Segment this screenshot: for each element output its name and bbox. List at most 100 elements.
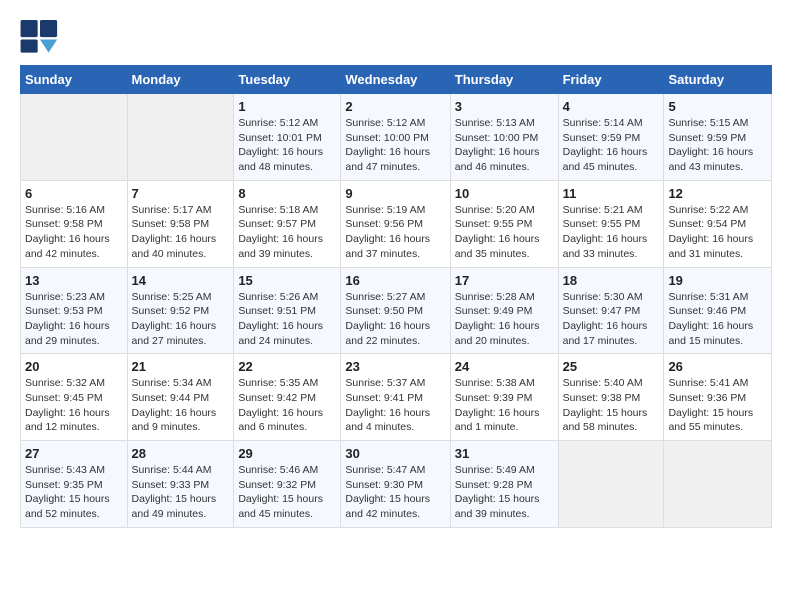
cell-content: Sunrise: 5:12 AM Sunset: 10:01 PM Daylig… xyxy=(238,116,336,175)
calendar-cell: 7 Sunrise: 5:17 AM Sunset: 9:58 PM Daylig… xyxy=(127,180,234,267)
cell-content: Sunrise: 5:15 AM Sunset: 9:59 PM Dayligh… xyxy=(668,116,767,175)
day-number: 26 xyxy=(668,359,767,374)
calendar-cell: 31 Sunrise: 5:49 AM Sunset: 9:28 PM Dayli… xyxy=(450,441,558,528)
calendar-cell: 10 Sunrise: 5:20 AM Sunset: 9:55 PM Dayli… xyxy=(450,180,558,267)
cell-content: Sunrise: 5:31 AM Sunset: 9:46 PM Dayligh… xyxy=(668,290,767,349)
day-number: 24 xyxy=(455,359,554,374)
day-number: 12 xyxy=(668,186,767,201)
cell-content: Sunrise: 5:28 AM Sunset: 9:49 PM Dayligh… xyxy=(455,290,554,349)
calendar-cell: 3 Sunrise: 5:13 AM Sunset: 10:00 PM Dayli… xyxy=(450,94,558,181)
calendar-cell xyxy=(127,94,234,181)
day-number: 3 xyxy=(455,99,554,114)
calendar-cell xyxy=(21,94,128,181)
day-number: 14 xyxy=(132,273,230,288)
day-number: 17 xyxy=(455,273,554,288)
day-number: 20 xyxy=(25,359,123,374)
day-number: 4 xyxy=(563,99,660,114)
day-number: 28 xyxy=(132,446,230,461)
calendar-week-4: 20 Sunrise: 5:32 AM Sunset: 9:45 PM Dayli… xyxy=(21,354,772,441)
calendar-cell: 2 Sunrise: 5:12 AM Sunset: 10:00 PM Dayli… xyxy=(341,94,450,181)
day-number: 10 xyxy=(455,186,554,201)
day-number: 8 xyxy=(238,186,336,201)
logo xyxy=(20,20,64,55)
calendar-cell: 29 Sunrise: 5:46 AM Sunset: 9:32 PM Dayli… xyxy=(234,441,341,528)
calendar-cell: 24 Sunrise: 5:38 AM Sunset: 9:39 PM Dayli… xyxy=(450,354,558,441)
day-number: 23 xyxy=(345,359,445,374)
cell-content: Sunrise: 5:32 AM Sunset: 9:45 PM Dayligh… xyxy=(25,376,123,435)
cell-content: Sunrise: 5:19 AM Sunset: 9:56 PM Dayligh… xyxy=(345,203,445,262)
day-header-monday: Monday xyxy=(127,66,234,94)
calendar-cell: 19 Sunrise: 5:31 AM Sunset: 9:46 PM Dayli… xyxy=(664,267,772,354)
cell-content: Sunrise: 5:17 AM Sunset: 9:58 PM Dayligh… xyxy=(132,203,230,262)
calendar-cell: 28Sunrise: 5:44 AM Sunset: 9:33 PM Dayli… xyxy=(127,441,234,528)
cell-content: Sunrise: 5:49 AM Sunset: 9:28 PM Dayligh… xyxy=(455,463,554,522)
day-number: 15 xyxy=(238,273,336,288)
header xyxy=(20,20,772,55)
cell-content: Sunrise: 5:40 AM Sunset: 9:38 PM Dayligh… xyxy=(563,376,660,435)
calendar-cell: 14 Sunrise: 5:25 AM Sunset: 9:52 PM Dayli… xyxy=(127,267,234,354)
day-number: 25 xyxy=(563,359,660,374)
cell-content: Sunrise: 5:47 AM Sunset: 9:30 PM Dayligh… xyxy=(345,463,445,522)
calendar-cell: 1 Sunrise: 5:12 AM Sunset: 10:01 PM Dayli… xyxy=(234,94,341,181)
cell-content: Sunrise: 5:21 AM Sunset: 9:55 PM Dayligh… xyxy=(563,203,660,262)
day-number: 6 xyxy=(25,186,123,201)
day-number: 7 xyxy=(132,186,230,201)
day-number: 1 xyxy=(238,99,336,114)
day-header-saturday: Saturday xyxy=(664,66,772,94)
calendar-cell: 12 Sunrise: 5:22 AM Sunset: 9:54 PM Dayli… xyxy=(664,180,772,267)
calendar-cell: 6Sunrise: 5:16 AM Sunset: 9:58 PM Daylig… xyxy=(21,180,128,267)
day-number: 31 xyxy=(455,446,554,461)
calendar-cell: 17 Sunrise: 5:28 AM Sunset: 9:49 PM Dayli… xyxy=(450,267,558,354)
day-number: 27 xyxy=(25,446,123,461)
day-number: 5 xyxy=(668,99,767,114)
cell-content: Sunrise: 5:20 AM Sunset: 9:55 PM Dayligh… xyxy=(455,203,554,262)
cell-content: Sunrise: 5:30 AM Sunset: 9:47 PM Dayligh… xyxy=(563,290,660,349)
day-number: 29 xyxy=(238,446,336,461)
day-number: 2 xyxy=(345,99,445,114)
cell-content: Sunrise: 5:46 AM Sunset: 9:32 PM Dayligh… xyxy=(238,463,336,522)
calendar-cell: 13Sunrise: 5:23 AM Sunset: 9:53 PM Dayli… xyxy=(21,267,128,354)
day-header-wednesday: Wednesday xyxy=(341,66,450,94)
day-number: 21 xyxy=(132,359,230,374)
calendar-cell: 18 Sunrise: 5:30 AM Sunset: 9:47 PM Dayli… xyxy=(558,267,664,354)
cell-content: Sunrise: 5:23 AM Sunset: 9:53 PM Dayligh… xyxy=(25,290,123,349)
cell-content: Sunrise: 5:35 AM Sunset: 9:42 PM Dayligh… xyxy=(238,376,336,435)
day-header-sunday: Sunday xyxy=(21,66,128,94)
day-number: 30 xyxy=(345,446,445,461)
day-number: 22 xyxy=(238,359,336,374)
logo-icon xyxy=(20,20,60,55)
day-number: 19 xyxy=(668,273,767,288)
calendar-cell: 8 Sunrise: 5:18 AM Sunset: 9:57 PM Daylig… xyxy=(234,180,341,267)
cell-content: Sunrise: 5:38 AM Sunset: 9:39 PM Dayligh… xyxy=(455,376,554,435)
day-header-thursday: Thursday xyxy=(450,66,558,94)
day-number: 9 xyxy=(345,186,445,201)
cell-content: Sunrise: 5:37 AM Sunset: 9:41 PM Dayligh… xyxy=(345,376,445,435)
calendar-week-3: 13Sunrise: 5:23 AM Sunset: 9:53 PM Dayli… xyxy=(21,267,772,354)
calendar-cell: 15Sunrise: 5:26 AM Sunset: 9:51 PM Dayli… xyxy=(234,267,341,354)
calendar-cell: 5 Sunrise: 5:15 AM Sunset: 9:59 PM Daylig… xyxy=(664,94,772,181)
calendar-cell: 23 Sunrise: 5:37 AM Sunset: 9:41 PM Dayli… xyxy=(341,354,450,441)
day-header-friday: Friday xyxy=(558,66,664,94)
cell-content: Sunrise: 5:25 AM Sunset: 9:52 PM Dayligh… xyxy=(132,290,230,349)
calendar-cell: 9 Sunrise: 5:19 AM Sunset: 9:56 PM Daylig… xyxy=(341,180,450,267)
cell-content: Sunrise: 5:43 AM Sunset: 9:35 PM Dayligh… xyxy=(25,463,123,522)
cell-content: Sunrise: 5:12 AM Sunset: 10:00 PM Daylig… xyxy=(345,116,445,175)
calendar-header-row: SundayMondayTuesdayWednesdayThursdayFrid… xyxy=(21,66,772,94)
day-number: 11 xyxy=(563,186,660,201)
calendar-cell xyxy=(558,441,664,528)
calendar-cell: 4 Sunrise: 5:14 AM Sunset: 9:59 PM Daylig… xyxy=(558,94,664,181)
cell-content: Sunrise: 5:41 AM Sunset: 9:36 PM Dayligh… xyxy=(668,376,767,435)
cell-content: Sunrise: 5:13 AM Sunset: 10:00 PM Daylig… xyxy=(455,116,554,175)
cell-content: Sunrise: 5:18 AM Sunset: 9:57 PM Dayligh… xyxy=(238,203,336,262)
calendar-cell: 20 Sunrise: 5:32 AM Sunset: 9:45 PM Dayli… xyxy=(21,354,128,441)
cell-content: Sunrise: 5:22 AM Sunset: 9:54 PM Dayligh… xyxy=(668,203,767,262)
calendar-week-5: 27 Sunrise: 5:43 AM Sunset: 9:35 PM Dayli… xyxy=(21,441,772,528)
calendar-cell: 27 Sunrise: 5:43 AM Sunset: 9:35 PM Dayli… xyxy=(21,441,128,528)
day-number: 16 xyxy=(345,273,445,288)
cell-content: Sunrise: 5:14 AM Sunset: 9:59 PM Dayligh… xyxy=(563,116,660,175)
calendar-cell: 25 Sunrise: 5:40 AM Sunset: 9:38 PM Dayli… xyxy=(558,354,664,441)
calendar-cell: 26 Sunrise: 5:41 AM Sunset: 9:36 PM Dayli… xyxy=(664,354,772,441)
calendar-cell: 22 Sunrise: 5:35 AM Sunset: 9:42 PM Dayli… xyxy=(234,354,341,441)
cell-content: Sunrise: 5:27 AM Sunset: 9:50 PM Dayligh… xyxy=(345,290,445,349)
day-number: 18 xyxy=(563,273,660,288)
